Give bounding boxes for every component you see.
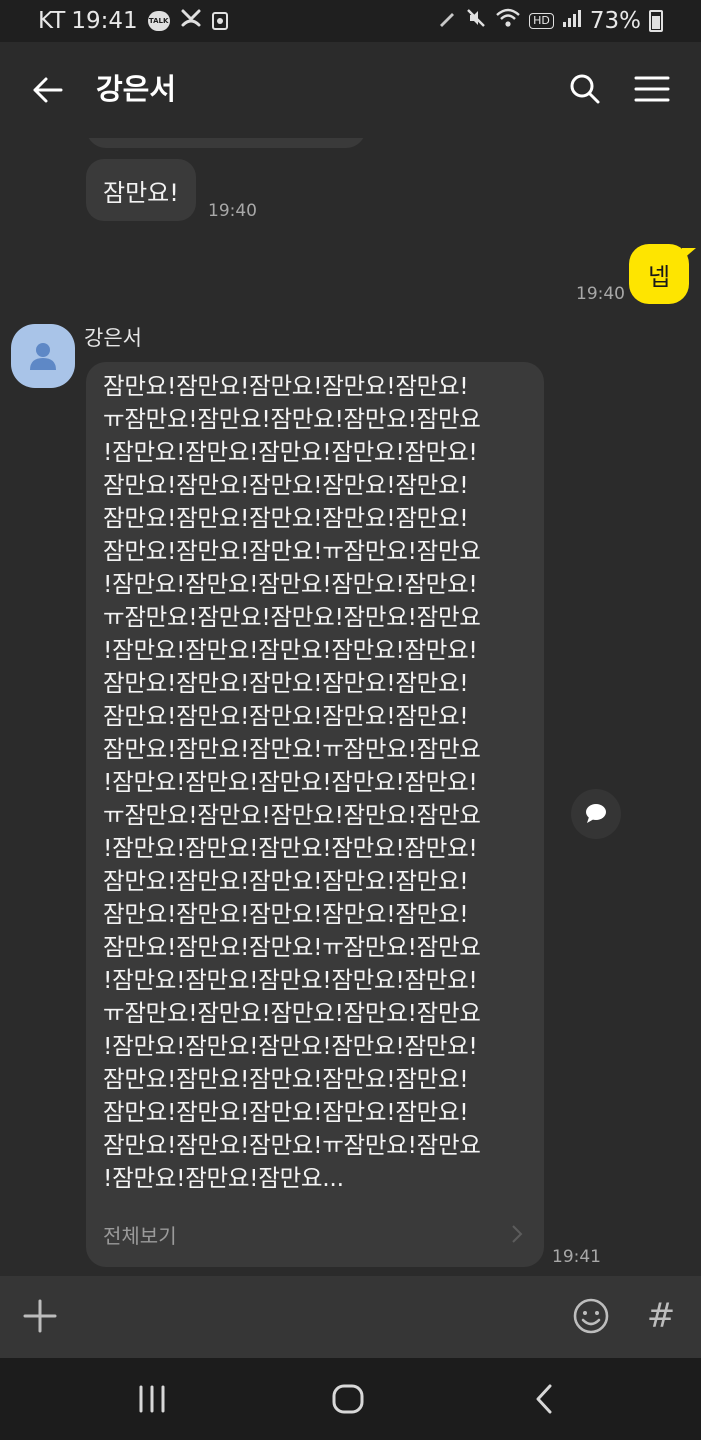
mute-icon	[465, 7, 487, 35]
message-time: 19:40	[576, 284, 625, 304]
pen-icon	[437, 8, 457, 34]
emoji-icon	[573, 1298, 609, 1334]
back-button[interactable]	[22, 64, 74, 116]
message-time: 19:40	[208, 201, 257, 221]
screen-record-icon	[211, 12, 228, 30]
message-bubble-other[interactable]: 잠만요!	[86, 159, 196, 221]
hd-badge: HD	[529, 13, 554, 29]
previous-message-bubble[interactable]	[86, 138, 366, 148]
nav-back-button[interactable]	[514, 1374, 574, 1424]
plus-icon	[23, 1299, 57, 1333]
message-text: 넵	[647, 262, 671, 291]
status-time: 19:41	[71, 8, 138, 34]
recent-apps-icon	[139, 1385, 165, 1413]
avatar[interactable]	[11, 324, 75, 388]
navigation-bar	[0, 1358, 701, 1440]
missed-call-icon	[180, 8, 202, 34]
chat-title: 강은서	[96, 72, 177, 106]
message-text: 잠만요!잠만요!잠만요!잠만요!잠만요! ㅠ잠만요!잠만요!잠만요!잠만요!잠만요…	[103, 370, 533, 1195]
home-icon	[332, 1384, 364, 1414]
search-button[interactable]	[560, 64, 610, 114]
talk-notification-icon: TALK	[147, 11, 170, 31]
message-line: 잠만요!잠만요!잠만요!ㅠ잠만요!잠만요	[103, 933, 481, 961]
chevron-right-icon	[512, 1225, 523, 1243]
message-line: !잠만요!잠만요!잠만요!잠만요!잠만요!	[103, 438, 478, 466]
message-line: !잠만요!잠만요!잠만요!잠만요!잠만요!	[103, 570, 478, 598]
chat-bubble-icon	[586, 804, 606, 823]
see-all-label: 전체보기	[103, 1223, 177, 1248]
message-text: 잠만요!	[103, 178, 179, 207]
message-line: 잠만요!잠만요!잠만요!잠만요!잠만요!	[103, 372, 469, 400]
message-line: !잠만요!잠만요!잠만요!잠만요!잠만요!	[103, 966, 478, 994]
see-all-button[interactable]: 전체보기	[103, 1218, 523, 1250]
signal-icon	[562, 8, 582, 34]
input-bar: #	[0, 1276, 701, 1358]
status-bar: KT 19:41 TALK HD 73%	[0, 0, 701, 42]
message-bubble-mine[interactable]: 넵	[629, 244, 696, 304]
battery-icon	[649, 10, 663, 32]
menu-button[interactable]	[626, 64, 678, 114]
battery-percent: 73%	[589, 8, 641, 34]
message-line: 잠만요!잠만요!잠만요!ㅠ잠만요!잠만요	[103, 537, 481, 565]
emoji-button[interactable]	[568, 1292, 614, 1340]
status-left: KT 19:41 TALK	[38, 6, 228, 36]
message-line: 잠만요!잠만요!잠만요!잠만요!잠만요!	[103, 702, 469, 730]
message-line: 잠만요!잠만요!잠만요!ㅠ잠만요!잠만요	[103, 1131, 481, 1159]
message-line: !잠만요!잠만요!잠만요!잠만요!잠만요!	[103, 636, 478, 664]
hash-button[interactable]: #	[638, 1292, 684, 1340]
message-line: ㅠ잠만요!잠만요!잠만요!잠만요!잠만요	[103, 801, 481, 829]
hash-icon: #	[646, 1296, 676, 1336]
message-line: 잠만요!잠만요!잠만요!잠만요!잠만요!	[103, 1098, 469, 1126]
carrier-label: KT	[38, 8, 66, 34]
share-button[interactable]	[571, 789, 621, 839]
message-line: !잠만요!잠만요!잠만요!잠만요!잠만요!	[103, 768, 478, 796]
sender-name: 강은서	[84, 326, 142, 350]
chat-area[interactable]: 잠만요! 19:40 넵 19:40 강은서 잠만요!잠만요!잠만요!잠만요!잠…	[0, 138, 701, 1276]
message-line: ㅠ잠만요!잠만요!잠만요!잠만요!잠만요	[103, 405, 481, 433]
message-line: 잠만요!잠만요!잠만요!잠만요!잠만요!	[103, 471, 469, 499]
message-time: 19:41	[552, 1247, 601, 1267]
message-line: !잠만요!잠만요!잠만요!잠만요!잠만요!	[103, 834, 478, 862]
message-line: 잠만요!잠만요!잠만요!잠만요!잠만요!	[103, 1065, 469, 1093]
recent-apps-button[interactable]	[122, 1374, 182, 1424]
message-line: !잠만요!잠만요!잠만요...	[103, 1164, 344, 1192]
back-icon	[536, 1384, 552, 1414]
search-icon	[570, 74, 600, 104]
message-line: 잠만요!잠만요!잠만요!잠만요!잠만요!	[103, 504, 469, 532]
attach-button[interactable]	[16, 1292, 64, 1340]
home-button[interactable]	[318, 1374, 378, 1424]
back-arrow-icon	[33, 77, 63, 103]
message-line: 잠만요!잠만요!잠만요!ㅠ잠만요!잠만요	[103, 735, 481, 763]
message-bubble-other-long[interactable]: 잠만요!잠만요!잠만요!잠만요!잠만요! ㅠ잠만요!잠만요!잠만요!잠만요!잠만요…	[86, 362, 544, 1267]
message-line: ㅠ잠만요!잠만요!잠만요!잠만요!잠만요	[103, 603, 481, 631]
message-line: ㅠ잠만요!잠만요!잠만요!잠만요!잠만요	[103, 999, 481, 1027]
message-line: 잠만요!잠만요!잠만요!잠만요!잠만요!	[103, 669, 469, 697]
chat-header: 강은서	[0, 42, 701, 138]
menu-icon	[634, 76, 670, 102]
message-line: 잠만요!잠만요!잠만요!잠만요!잠만요!	[103, 900, 469, 928]
message-line: 잠만요!잠만요!잠만요!잠만요!잠만요!	[103, 867, 469, 895]
status-right: HD 73%	[437, 6, 663, 36]
default-profile-icon	[30, 343, 56, 370]
wifi-icon	[495, 7, 521, 35]
message-line: !잠만요!잠만요!잠만요!잠만요!잠만요!	[103, 1032, 478, 1060]
